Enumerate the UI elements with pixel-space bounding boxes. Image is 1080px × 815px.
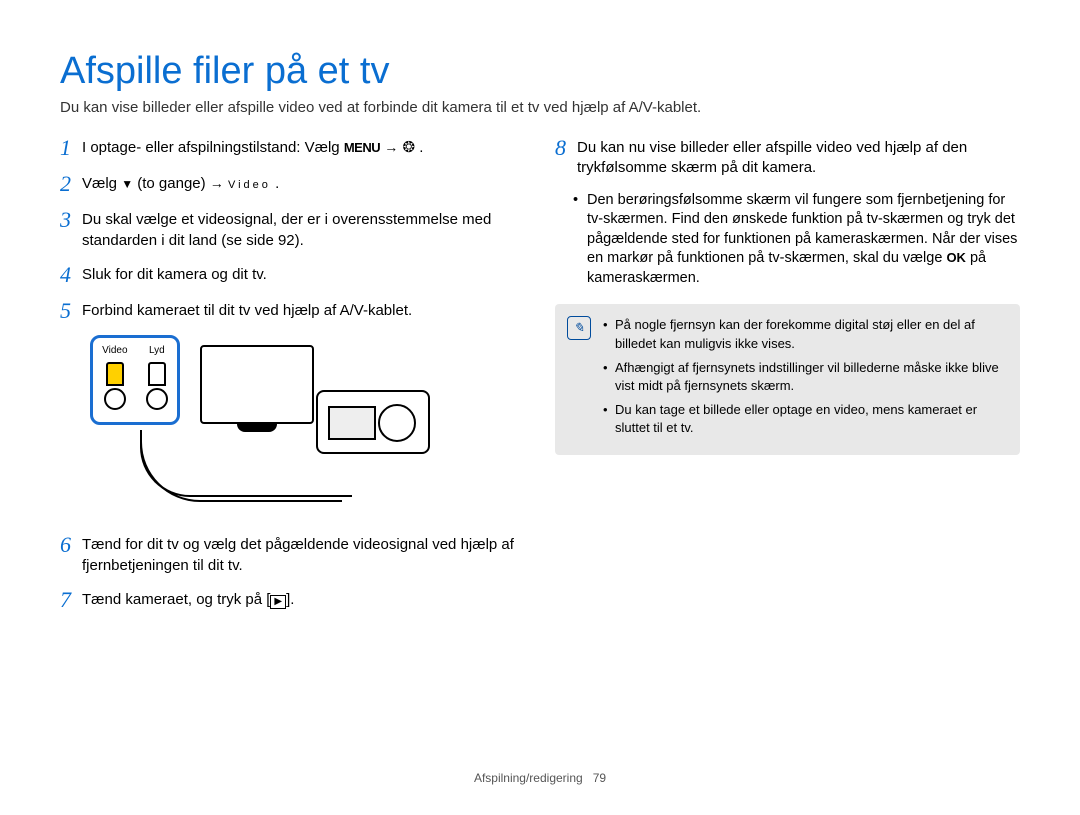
left-column: 1 I optage- eller afspilningstilstand: V… bbox=[60, 136, 525, 761]
video-plug-icon bbox=[106, 362, 124, 386]
note-item: Du kan tage et billede eller optage en v… bbox=[603, 401, 1006, 437]
jack-ring-icon bbox=[146, 388, 168, 410]
step-text-end: . bbox=[275, 175, 279, 192]
page-subtitle: Du kan vise billeder eller afspille vide… bbox=[60, 99, 1020, 116]
right-column: 8 Du kan nu vise billeder eller afspille… bbox=[555, 136, 1020, 761]
step-number: 1 bbox=[60, 136, 82, 160]
step-number: 8 bbox=[555, 136, 577, 179]
step-4: 4 Sluk for dit kamera og dit tv. bbox=[60, 263, 525, 287]
page-footer: Afspilning/redigering 79 bbox=[60, 761, 1020, 785]
step-number: 2 bbox=[60, 172, 82, 196]
playback-button-icon: ▶ bbox=[270, 595, 286, 609]
step-3: 3 Du skal vælge et videosignal, der er i… bbox=[60, 208, 525, 251]
page-title: Afspille filer på et tv bbox=[60, 50, 1020, 93]
step-text: Du skal vælge et videosignal, der er i o… bbox=[82, 208, 525, 251]
chevron-down-icon: ▼ bbox=[121, 176, 133, 192]
step-text: Tænd kameraet, og tryk på [ bbox=[82, 591, 270, 608]
step-text: Vælg bbox=[82, 175, 121, 192]
jack-ring-icon bbox=[104, 388, 126, 410]
step-6: 6 Tænd for dit tv og vælg det pågældende… bbox=[60, 533, 525, 576]
step-text-end: ]. bbox=[286, 591, 294, 608]
content-columns: 1 I optage- eller afspilningstilstand: V… bbox=[60, 136, 1020, 761]
connection-diagram: Video Lyd bbox=[90, 335, 525, 515]
step-7: 7 Tænd kameraet, og tryk på [▶]. bbox=[60, 588, 525, 612]
step-text: Tænd for dit tv og vælg det pågældende v… bbox=[82, 533, 525, 576]
step-1: 1 I optage- eller afspilningstilstand: V… bbox=[60, 136, 525, 160]
step-text: Forbind kameraet til dit tv ved hjælp af… bbox=[82, 299, 412, 323]
step-text: Sluk for dit kamera og dit tv. bbox=[82, 263, 267, 287]
step-text: Du kan nu vise billeder eller afspille v… bbox=[577, 136, 1020, 179]
step-text-end: . bbox=[419, 139, 423, 156]
step-number: 4 bbox=[60, 263, 82, 287]
arrow-icon: → bbox=[210, 175, 224, 191]
step-number: 3 bbox=[60, 208, 82, 251]
step-2: 2 Vælg ▼ (to gange) → Video . bbox=[60, 172, 525, 196]
footer-section: Afspilning/redigering bbox=[474, 771, 583, 785]
step-number: 7 bbox=[60, 588, 82, 612]
step-text: (to gange) bbox=[137, 175, 210, 192]
video-label: Video bbox=[228, 179, 271, 191]
audio-plug-icon bbox=[148, 362, 166, 386]
note-box: ✎ På nogle fjernsyn kan der forekomme di… bbox=[555, 304, 1020, 455]
step-5: 5 Forbind kameraet til dit tv ved hjælp … bbox=[60, 299, 525, 323]
step-number: 6 bbox=[60, 533, 82, 576]
step-number: 5 bbox=[60, 299, 82, 323]
note-item: På nogle fjernsyn kan der forekomme digi… bbox=[603, 316, 1006, 352]
step-text: I optage- eller afspilningstilstand: Væl… bbox=[82, 139, 344, 156]
ok-icon: OK bbox=[946, 249, 966, 267]
gear-icon: ❂ bbox=[402, 138, 415, 158]
menu-icon: MENU bbox=[344, 139, 380, 157]
tv-icon bbox=[200, 345, 314, 424]
jack-audio-label: Lyd bbox=[146, 344, 168, 358]
note-icon: ✎ bbox=[567, 316, 591, 340]
step-8: 8 Du kan nu vise billeder eller afspille… bbox=[555, 136, 1020, 179]
arrow-icon: → bbox=[384, 139, 398, 155]
footer-page-number: 79 bbox=[593, 771, 606, 785]
step-8-bullet: Den berøringsfølsomme skærm vil fungere … bbox=[587, 191, 1020, 289]
cable-icon bbox=[140, 435, 352, 497]
jack-video-label: Video bbox=[102, 344, 127, 358]
note-item: Afhængigt af fjernsynets indstillinger v… bbox=[603, 359, 1006, 395]
av-jacks-callout: Video Lyd bbox=[90, 335, 180, 425]
